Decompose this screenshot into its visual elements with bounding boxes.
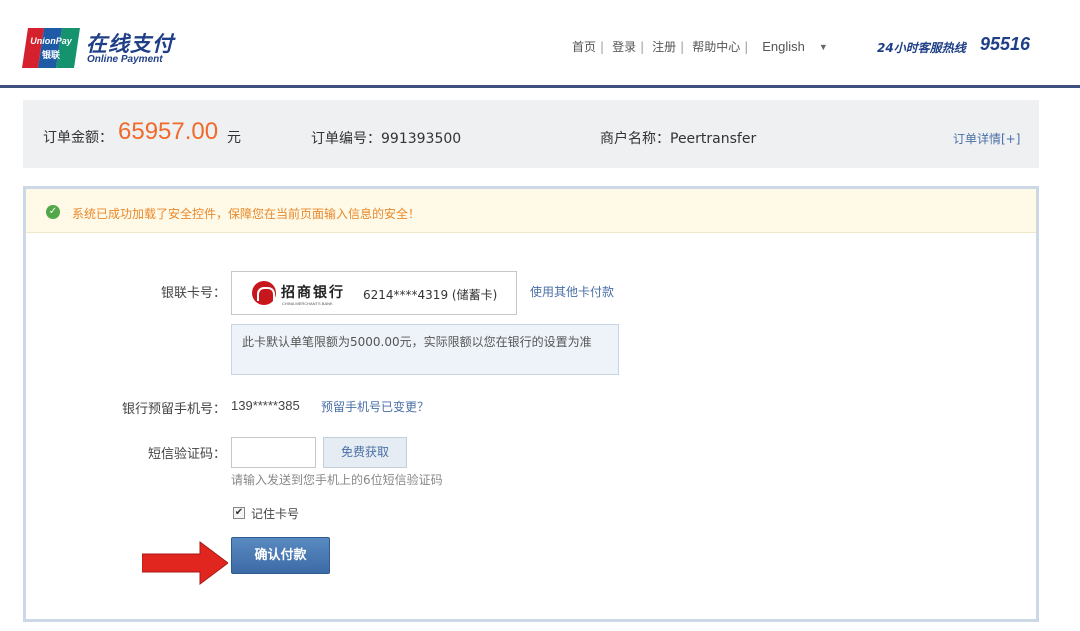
sms-hint: 请输入发送到您手机上的6位短信验证码 <box>231 473 443 487</box>
brand-subtitle: Online Payment <box>87 54 163 65</box>
sms-code-input[interactable] <box>231 437 316 468</box>
use-other-card-link[interactable]: 使用其他卡付款 <box>530 283 614 300</box>
nav-home[interactable]: 首页 <box>572 38 596 55</box>
red-arrow-icon <box>142 541 228 585</box>
amount-label: 订单金额： <box>43 130 113 146</box>
phone-changed-link[interactable]: 预留手机号已变更？ <box>321 398 429 415</box>
order-amount: 65957.00 <box>118 118 219 145</box>
security-notice-text: 系统已成功加载了安全控件，保障您在当前页面输入信息的安全！ <box>72 207 421 221</box>
order-summary: 订单金额： 65957.00 元 订单编号：991393500 商户名称：Pee… <box>23 100 1039 168</box>
confirm-payment-button[interactable]: 确认付款 <box>231 537 330 574</box>
hotline-label: 24小时客服热线 <box>877 41 966 55</box>
bank-name: 招商银行 <box>281 285 345 301</box>
unionpay-logo[interactable]: UnionPay 银联 <box>22 28 80 68</box>
bank-logo-icon <box>252 281 276 305</box>
language-select[interactable]: English ▼ <box>762 39 828 54</box>
merchant-name: 商户名称：Peertransfer <box>600 131 757 147</box>
logo-text-top: UnionPay <box>30 36 73 46</box>
remember-card-checkbox[interactable]: ✔ <box>233 507 245 519</box>
card-label: 银联卡号： <box>160 286 226 301</box>
card-limit-tip: 此卡默认单笔限额为5000.00元，实际限额以您在银行的设置为准 <box>231 324 619 375</box>
amount-unit: 元 <box>227 130 241 146</box>
order-number: 订单编号：991393500 <box>311 131 462 147</box>
phone-label: 银行预留手机号： <box>121 402 226 417</box>
nav-help[interactable]: 帮助中心 <box>692 38 740 55</box>
remember-card-label[interactable]: 记住卡号 <box>251 505 299 522</box>
nav-login[interactable]: 登录 <box>612 38 636 55</box>
get-sms-code-button[interactable]: 免费获取 <box>323 437 407 468</box>
top-nav: 首页 | 登录 | 注册 | 帮助中心 | English ▼ <box>572 38 828 55</box>
check-circle-icon: ✓ <box>46 205 60 219</box>
nav-register[interactable]: 注册 <box>652 38 676 55</box>
phone-number: 139*****385 <box>231 398 300 413</box>
language-label: English <box>762 39 805 54</box>
bank-name-en: CHINA MERCHANTS BANK <box>282 301 333 306</box>
logo-text-bottom: 银联 <box>42 49 61 61</box>
selected-card: 招商银行 CHINA MERCHANTS BANK 6214****4319 (… <box>231 271 517 315</box>
security-notice: ✓ 系统已成功加载了安全控件，保障您在当前页面输入信息的安全！ <box>26 189 1036 233</box>
card-number: 6214****4319 (储蓄卡) <box>363 288 498 302</box>
sms-label: 短信验证码： <box>147 447 226 462</box>
order-detail-link[interactable]: 订单详情[+] <box>953 130 1020 147</box>
caret-down-icon: ▼ <box>818 41 828 52</box>
header: UnionPay 银联 在线支付 Online Payment 首页 | 登录 | … <box>0 0 1080 88</box>
hotline-number: 95516 <box>980 34 1031 54</box>
